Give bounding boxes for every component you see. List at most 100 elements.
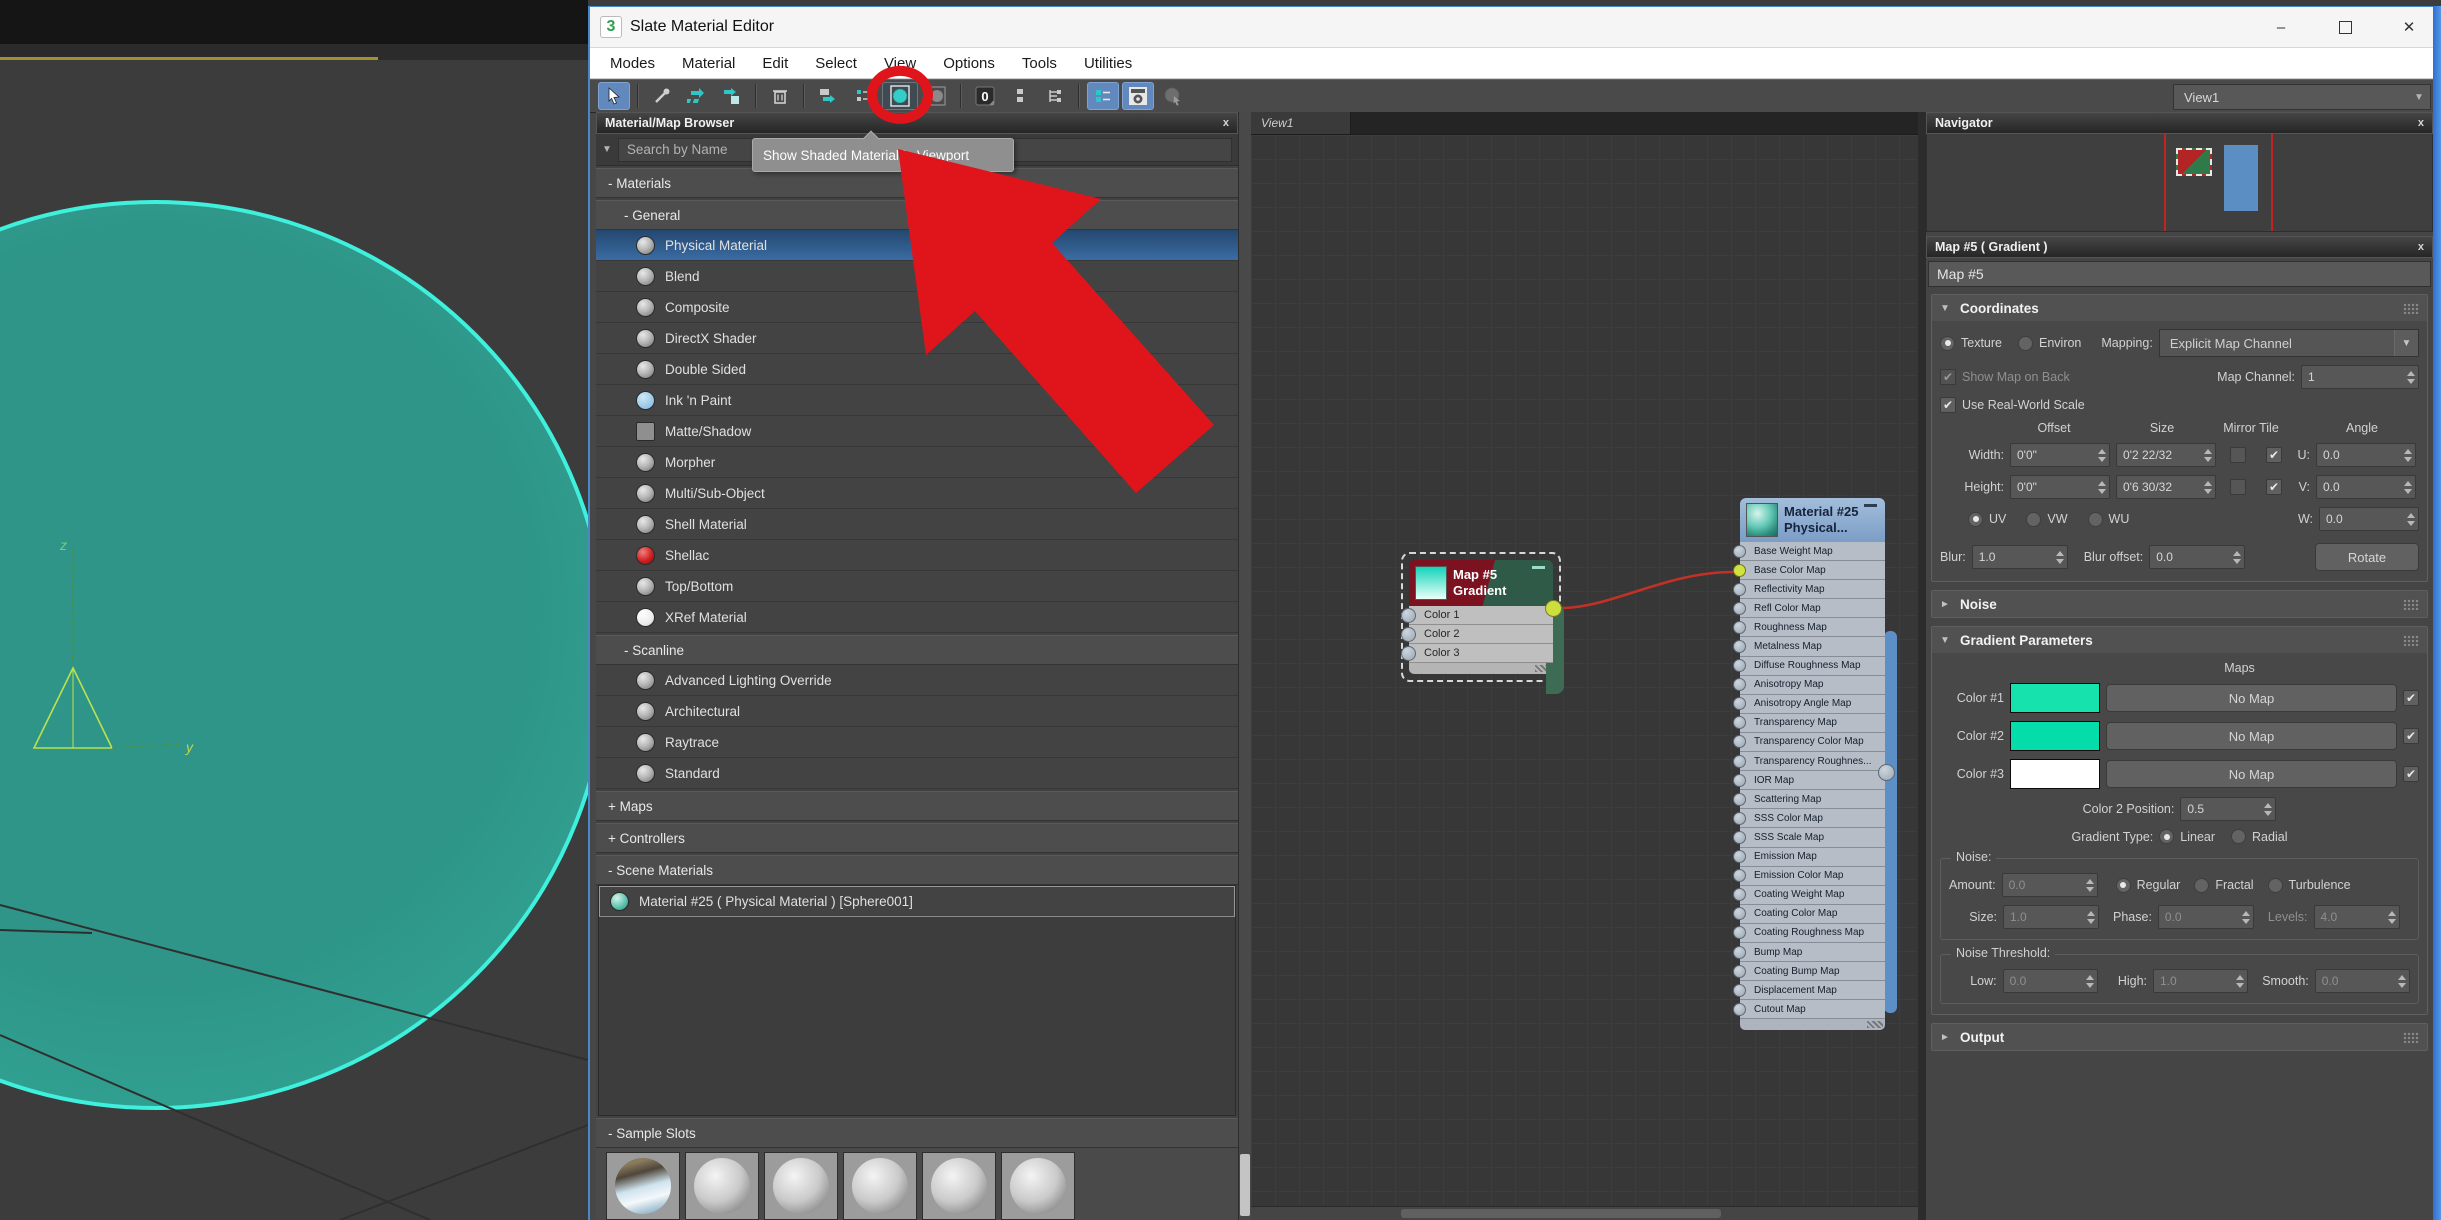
show-map-on-back-checkbox[interactable]: ✔ xyxy=(1940,369,1956,385)
connected-input-socket[interactable] xyxy=(1733,563,1746,577)
assign-material-to-selection-button[interactable] xyxy=(681,82,713,110)
browser-group-materials[interactable]: - Materials xyxy=(596,168,1238,198)
input-socket[interactable] xyxy=(1733,735,1746,749)
color3-no-map-button[interactable]: No Map xyxy=(2106,760,2397,788)
output-rollout-header[interactable]: ► Output xyxy=(1932,1024,2427,1050)
material-node-scrollbar[interactable] xyxy=(1884,631,1897,1013)
sample-slot[interactable] xyxy=(922,1152,996,1220)
node-resize-grip[interactable] xyxy=(1409,663,1553,674)
navigator-thumbnail-view[interactable] xyxy=(1926,134,2433,232)
browser-scrollbar[interactable] xyxy=(1238,112,1251,1220)
input-socket[interactable] xyxy=(1733,582,1746,596)
menu-edit[interactable]: Edit xyxy=(762,55,788,72)
width-offset-spinner[interactable]: 0'0" xyxy=(2010,443,2110,467)
regular-radio[interactable] xyxy=(2115,877,2131,893)
node-slot-emission-map[interactable]: Emission Map xyxy=(1733,847,1885,867)
sample-slots-header[interactable]: - Sample Slots xyxy=(596,1118,1238,1148)
parameter-editor-toggle-button[interactable] xyxy=(1122,82,1154,110)
node-slot-coating-weight-map[interactable]: Coating Weight Map xyxy=(1733,885,1885,905)
node-slot-cutout-map[interactable]: Cutout Map xyxy=(1733,1000,1885,1020)
node-slot-coating-color-map[interactable]: Coating Color Map xyxy=(1733,904,1885,924)
turbulence-radio[interactable] xyxy=(2267,877,2283,893)
fractal-radio[interactable] xyxy=(2194,877,2210,893)
sample-slot[interactable] xyxy=(685,1152,759,1220)
color2-swatch[interactable] xyxy=(2010,721,2100,751)
node-canvas[interactable]: Map #5 Gradient Color 1 Color 2 Color 3 Ma… xyxy=(1251,135,1918,1206)
parameter-editor-close-icon[interactable]: x xyxy=(2418,241,2424,253)
browser-item-standard[interactable]: Standard xyxy=(596,758,1238,789)
wu-radio[interactable] xyxy=(2087,511,2103,527)
color1-no-map-button[interactable]: No Map xyxy=(2106,684,2397,712)
browser-item-multi-sub-object[interactable]: Multi/Sub-Object xyxy=(596,478,1238,509)
gradient-parameters-header[interactable]: ▼ Gradient Parameters xyxy=(1932,627,2427,653)
texture-radio[interactable] xyxy=(1940,335,1955,351)
input-socket[interactable] xyxy=(1733,983,1746,997)
high-spinner[interactable]: 1.0 xyxy=(2153,969,2249,993)
height-tile-checkbox[interactable]: ✔ xyxy=(2266,479,2282,495)
window-titlebar[interactable]: 3 Slate Material Editor – ✕ xyxy=(590,7,2441,48)
low-spinner[interactable]: 0.0 xyxy=(2002,969,2098,993)
w-angle-spinner[interactable]: 0.0 xyxy=(2319,507,2419,531)
browser-item-shell-material[interactable]: Shell Material xyxy=(596,509,1238,540)
browser-group-general[interactable]: - General xyxy=(596,200,1238,230)
layout-children-button[interactable] xyxy=(812,82,844,110)
browser-item-directx-shader[interactable]: DirectX Shader xyxy=(596,323,1238,354)
input-socket[interactable] xyxy=(1401,607,1416,623)
input-socket[interactable] xyxy=(1401,626,1416,642)
select-children-button[interactable] xyxy=(1004,82,1036,110)
menu-utilities[interactable]: Utilities xyxy=(1084,55,1132,72)
map-channel-spinner[interactable]: 1 xyxy=(2301,365,2419,389)
show-background-button[interactable] xyxy=(921,82,953,110)
browser-group-controllers[interactable]: + Controllers xyxy=(596,823,1238,853)
node-slot-coating-roughness-map[interactable]: Coating Roughness Map xyxy=(1733,923,1885,943)
phase-spinner[interactable]: 0.0 xyxy=(2157,905,2254,929)
browser-item-advanced-lighting-override[interactable]: Advanced Lighting Override xyxy=(596,665,1238,696)
material-output-socket[interactable] xyxy=(1878,764,1895,781)
input-socket[interactable] xyxy=(1733,964,1746,978)
menu-modes[interactable]: Modes xyxy=(610,55,655,72)
height-size-spinner[interactable]: 0'6 30/32 xyxy=(2116,475,2216,499)
input-socket[interactable] xyxy=(1733,1002,1746,1016)
width-size-spinner[interactable]: 0'2 22/32 xyxy=(2116,443,2216,467)
node-slot-color-2[interactable]: Color 2 xyxy=(1401,625,1553,644)
pick-material-eyedropper-button[interactable] xyxy=(646,82,678,110)
node-slot-transparency-roughnes-[interactable]: Transparency Roughnes... xyxy=(1733,752,1885,772)
browser-item-double-sided[interactable]: Double Sided xyxy=(596,354,1238,385)
input-socket[interactable] xyxy=(1733,830,1746,844)
browser-item-xref-material[interactable]: XRef Material xyxy=(596,602,1238,633)
color1-swatch[interactable] xyxy=(2010,683,2100,713)
node-slot-sss-color-map[interactable]: SSS Color Map xyxy=(1733,809,1885,829)
navigator-header[interactable]: Navigator x xyxy=(1926,112,2433,134)
v-angle-spinner[interactable]: 0.0 xyxy=(2316,475,2416,499)
input-socket[interactable] xyxy=(1733,792,1746,806)
material-node-header[interactable]: Material #25 Physical... xyxy=(1740,498,1885,542)
browser-scrollbar-thumb[interactable] xyxy=(1240,1154,1250,1216)
amount-spinner[interactable]: 0.0 xyxy=(2001,873,2098,897)
view-hscroll-thumb[interactable] xyxy=(1401,1209,1721,1218)
tab-view1[interactable]: View1 xyxy=(1251,112,1351,134)
input-socket[interactable] xyxy=(1733,640,1746,654)
linear-radio[interactable] xyxy=(2159,829,2175,844)
height-mirror-checkbox[interactable]: ✔ xyxy=(2230,479,2246,495)
width-mirror-checkbox[interactable]: ✔ xyxy=(2230,447,2246,463)
environ-radio[interactable] xyxy=(2018,335,2033,351)
browser-group-maps[interactable]: + Maps xyxy=(596,791,1238,821)
mapping-dropdown[interactable]: Explicit Map Channel ▼ xyxy=(2158,329,2419,357)
browser-item-physical-material[interactable]: Physical Material xyxy=(596,230,1238,261)
browser-panel-header[interactable]: Material/Map Browser x xyxy=(596,112,1238,134)
menu-select[interactable]: Select xyxy=(815,55,857,72)
sample-slot[interactable] xyxy=(843,1152,917,1220)
color3-swatch[interactable] xyxy=(2010,759,2100,789)
show-shaded-material-in-viewport-button[interactable] xyxy=(867,65,933,124)
node-slot-color-3[interactable]: Color 3 xyxy=(1401,644,1553,663)
panel-divider[interactable] xyxy=(1918,112,1926,1220)
input-socket[interactable] xyxy=(1733,544,1746,558)
node-slot-transparency-map[interactable]: Transparency Map xyxy=(1733,713,1885,733)
input-socket[interactable] xyxy=(1733,907,1746,921)
browser-item-morpher[interactable]: Morpher xyxy=(596,447,1238,478)
node-slot-base-color-map[interactable]: Base Color Map xyxy=(1733,561,1885,581)
node-slot-transparency-color-map[interactable]: Transparency Color Map xyxy=(1733,732,1885,753)
vw-radio[interactable] xyxy=(2026,511,2042,527)
navigator-close-icon[interactable]: x xyxy=(2418,117,2424,129)
browser-group-scene-materials[interactable]: - Scene Materials xyxy=(596,855,1238,885)
